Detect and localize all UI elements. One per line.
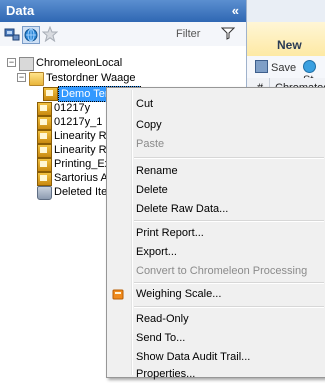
tree-root-label: ChromeleonLocal bbox=[36, 57, 123, 69]
menu-separator bbox=[134, 282, 324, 284]
menu-item-convert[interactable]: Convert to Chromeleon Processing bbox=[136, 262, 307, 280]
collapse-panel-button[interactable]: « bbox=[232, 3, 239, 18]
filter-icon[interactable] bbox=[221, 26, 235, 40]
menu-item-export[interactable]: Export... bbox=[136, 243, 177, 261]
context-menu: Cut Copy Paste Rename Delete Delete Raw … bbox=[106, 87, 325, 380]
menu-separator bbox=[134, 157, 324, 159]
menu-item-rename[interactable]: Rename bbox=[136, 162, 178, 180]
network-icon[interactable] bbox=[4, 26, 20, 42]
collapse-icon[interactable]: − bbox=[17, 73, 26, 82]
tree-item-label: 01217y bbox=[54, 102, 91, 114]
save-button[interactable]: Save bbox=[255, 60, 296, 74]
menu-item-read-only[interactable]: Read-Only bbox=[136, 310, 189, 328]
star-icon[interactable] bbox=[42, 26, 58, 42]
panel-title: Data bbox=[6, 3, 35, 18]
menu-item-cut[interactable]: Cut bbox=[136, 95, 153, 113]
menu-item-print-report[interactable]: Print Report... bbox=[136, 224, 204, 242]
save-icon bbox=[255, 60, 268, 73]
data-panel-toolbar: Filter bbox=[0, 22, 246, 47]
tree-item-label: 01217y_1 bbox=[54, 116, 103, 128]
menu-item-delete-raw-data[interactable]: Delete Raw Data... bbox=[136, 200, 228, 218]
menu-item-send-to[interactable]: Send To... bbox=[136, 329, 185, 347]
filter-label[interactable]: Filter bbox=[176, 28, 200, 40]
collapse-icon[interactable]: − bbox=[7, 58, 16, 67]
new-tab-header: New bbox=[247, 22, 325, 57]
sequence-icon bbox=[37, 144, 52, 158]
tree-folder-label: Testordner Waage bbox=[46, 72, 136, 84]
menu-item-delete[interactable]: Delete bbox=[136, 181, 168, 199]
save-label: Save bbox=[271, 62, 297, 74]
menu-item-copy[interactable]: Copy bbox=[136, 116, 162, 134]
menu-separator bbox=[134, 306, 324, 308]
database-icon bbox=[19, 57, 34, 71]
sequence-icon bbox=[37, 158, 52, 172]
tree-root[interactable]: − ChromeleonLocal bbox=[0, 56, 246, 71]
menu-gutter bbox=[131, 90, 133, 375]
menu-item-paste[interactable]: Paste bbox=[136, 135, 164, 153]
menu-separator bbox=[134, 220, 324, 222]
sequence-icon bbox=[37, 130, 52, 144]
data-panel-header: Data « bbox=[0, 0, 246, 22]
menu-item-properties[interactable]: Properties... bbox=[136, 365, 195, 383]
tree-folder[interactable]: − Testordner Waage bbox=[0, 71, 246, 86]
start-icon bbox=[303, 60, 316, 73]
menu-item-audit-trail[interactable]: Show Data Audit Trail... bbox=[136, 348, 250, 366]
sequence-icon bbox=[37, 116, 52, 130]
folder-icon bbox=[29, 72, 44, 86]
globe-icon[interactable] bbox=[22, 26, 40, 44]
right-toolbar: Save St bbox=[247, 56, 325, 86]
sequence-icon bbox=[37, 102, 52, 116]
trash-icon bbox=[37, 186, 52, 200]
weighing-scale-icon bbox=[112, 289, 124, 300]
sequence-icon bbox=[43, 87, 58, 101]
new-tab-title: New bbox=[277, 38, 302, 52]
right-panel-top bbox=[247, 0, 325, 23]
menu-item-weighing-scale[interactable]: Weighing Scale... bbox=[136, 285, 221, 303]
sequence-icon bbox=[37, 172, 52, 186]
